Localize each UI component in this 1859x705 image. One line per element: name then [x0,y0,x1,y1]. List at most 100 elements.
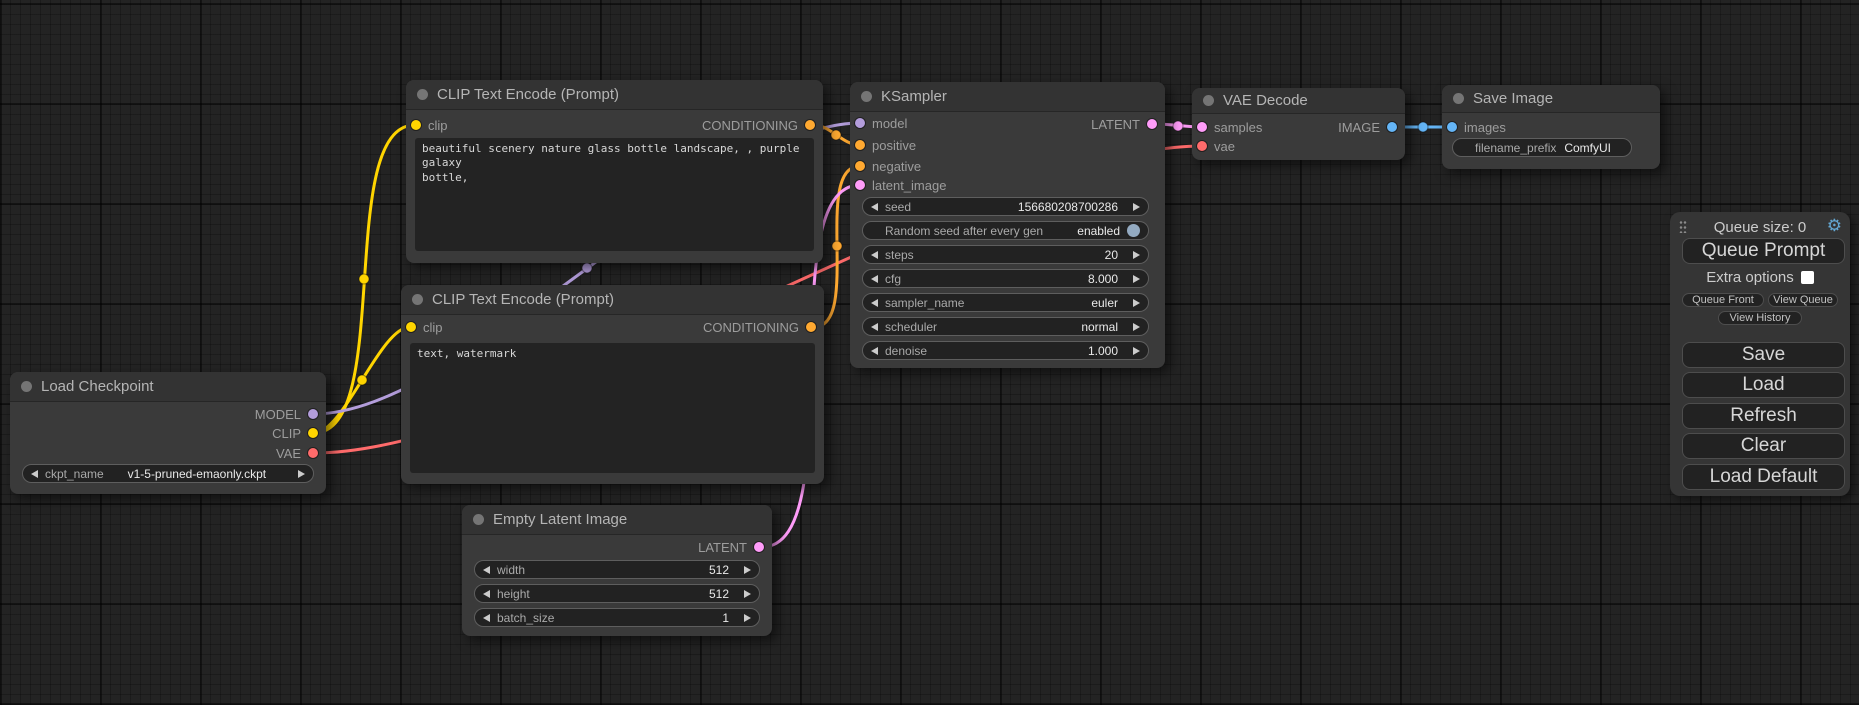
queue-prompt-button[interactable]: Queue Prompt [1682,238,1845,264]
node-clip-text-encode-positive[interactable]: CLIP Text Encode (Prompt) clip CONDITION… [406,80,823,263]
next-arrow-icon[interactable] [1133,347,1140,355]
prev-arrow-icon[interactable] [483,590,490,598]
sampler-name-widget[interactable]: sampler_name euler [862,293,1149,312]
node-title-bar[interactable]: KSampler [850,82,1165,112]
node-title-bar[interactable]: CLIP Text Encode (Prompt) [401,285,824,315]
clip-port[interactable] [406,322,416,332]
scheduler-widget[interactable]: scheduler normal [862,317,1149,336]
latent-port[interactable] [1197,122,1207,132]
gear-icon[interactable]: ⚙ [1827,216,1842,236]
widget-value: enabled [1077,224,1120,238]
vae-port[interactable] [308,448,318,458]
drag-handle-icon[interactable] [1679,220,1687,233]
conditioning-port[interactable] [805,120,815,130]
conditioning-port[interactable] [855,161,865,171]
next-arrow-icon[interactable] [1133,275,1140,283]
toggle-icon[interactable] [1127,224,1140,237]
output-label: CONDITIONING [702,118,798,133]
next-arrow-icon[interactable] [1133,323,1140,331]
prev-arrow-icon[interactable] [871,203,878,211]
latent-port[interactable] [754,542,764,552]
clip-port[interactable] [308,428,318,438]
output-label: CLIP [272,426,301,441]
image-port[interactable] [1387,122,1397,132]
node-vae-decode[interactable]: VAE Decode samples vae IMAGE [1192,88,1405,160]
load-button[interactable]: Load [1682,372,1845,398]
save-button[interactable]: Save [1682,342,1845,368]
queue-front-button[interactable]: Queue Front [1682,293,1764,307]
image-port[interactable] [1447,122,1457,132]
link-dot [832,241,842,251]
node-title-bar[interactable]: Empty Latent Image [462,505,772,535]
next-arrow-icon[interactable] [744,614,751,622]
node-save-image[interactable]: Save Image images filename_prefix ComfyU… [1442,85,1660,169]
ckpt-name-widget[interactable]: ckpt_name v1-5-pruned-emaonly.ckpt [22,464,314,483]
view-queue-button[interactable]: View Queue [1768,293,1838,307]
prev-arrow-icon[interactable] [871,299,878,307]
model-port[interactable] [308,409,318,419]
next-arrow-icon[interactable] [744,566,751,574]
load-default-button[interactable]: Load Default [1682,464,1845,490]
next-arrow-icon[interactable] [1133,203,1140,211]
next-arrow-icon[interactable] [1133,299,1140,307]
widget-label: denoise [885,344,927,358]
refresh-button[interactable]: Refresh [1682,403,1845,429]
input-label: samples [1214,120,1262,135]
prev-arrow-icon[interactable] [871,275,878,283]
widget-value: 8.000 [1088,272,1118,286]
widget-value: 156680208700286 [1018,200,1118,214]
latent-port[interactable] [855,180,865,190]
random-seed-widget[interactable]: Random seed after every gen enabled [862,221,1149,240]
next-arrow-icon[interactable] [1133,251,1140,259]
seed-widget[interactable]: seed 156680208700286 [862,197,1149,216]
prev-arrow-icon[interactable] [871,347,878,355]
clip-port[interactable] [411,120,421,130]
collapse-dot-icon[interactable] [412,294,423,305]
collapse-dot-icon[interactable] [473,514,484,525]
prev-arrow-icon[interactable] [31,470,38,478]
next-arrow-icon[interactable] [298,470,305,478]
prev-arrow-icon[interactable] [871,323,878,331]
clear-button[interactable]: Clear [1682,433,1845,459]
extra-options-checkbox[interactable] [1801,271,1814,284]
latent-port[interactable] [1147,119,1157,129]
node-load-checkpoint[interactable]: Load Checkpoint MODEL CLIP VAE ckpt_name… [10,372,326,494]
node-clip-text-encode-negative[interactable]: CLIP Text Encode (Prompt) clip CONDITION… [401,285,824,484]
collapse-dot-icon[interactable] [1203,95,1214,106]
collapse-dot-icon[interactable] [417,89,428,100]
positive-prompt-textarea[interactable]: beautiful scenery nature glass bottle la… [415,138,814,251]
node-title-bar[interactable]: Save Image [1442,85,1660,113]
node-ksampler[interactable]: KSampler model positive negative latent_… [850,82,1165,368]
collapse-dot-icon[interactable] [1453,93,1464,104]
widget-label: seed [885,200,911,214]
view-history-button[interactable]: View History [1718,311,1802,325]
model-port[interactable] [855,118,865,128]
widget-label: width [497,563,525,577]
prev-arrow-icon[interactable] [483,566,490,574]
next-arrow-icon[interactable] [744,590,751,598]
filename-prefix-widget[interactable]: filename_prefix ComfyUI [1452,138,1632,157]
node-title-bar[interactable]: VAE Decode [1192,88,1405,114]
prev-arrow-icon[interactable] [871,251,878,259]
cfg-widget[interactable]: cfg 8.000 [862,269,1149,288]
prev-arrow-icon[interactable] [483,614,490,622]
widget-value: 512 [709,563,729,577]
conditioning-port[interactable] [806,322,816,332]
output-label: CONDITIONING [703,320,799,335]
batch-size-widget[interactable]: batch_size 1 [474,608,760,627]
height-widget[interactable]: height 512 [474,584,760,603]
output-image: IMAGE [1338,119,1397,135]
collapse-dot-icon[interactable] [861,91,872,102]
steps-widget[interactable]: steps 20 [862,245,1149,264]
node-empty-latent-image[interactable]: Empty Latent Image LATENT width 512 heig… [462,505,772,636]
vae-port[interactable] [1197,141,1207,151]
widget-label: batch_size [497,611,554,625]
negative-prompt-textarea[interactable]: text, watermark [410,343,815,473]
node-title-bar[interactable]: Load Checkpoint [10,372,326,402]
node-title-bar[interactable]: CLIP Text Encode (Prompt) [406,80,823,110]
denoise-widget[interactable]: denoise 1.000 [862,341,1149,360]
conditioning-port[interactable] [855,140,865,150]
width-widget[interactable]: width 512 [474,560,760,579]
input-samples: samples [1197,119,1262,135]
collapse-dot-icon[interactable] [21,381,32,392]
